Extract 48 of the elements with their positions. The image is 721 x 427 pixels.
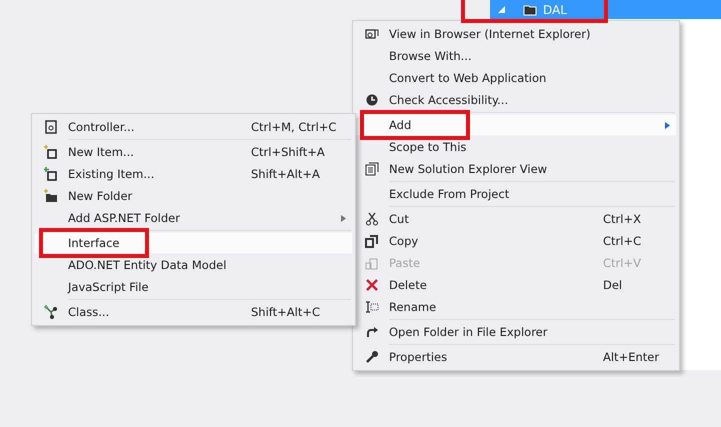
shortcut-text: Ctrl+M, Ctrl+C — [251, 120, 338, 134]
menu-item[interactable]: Copy Ctrl+C — [355, 230, 677, 252]
shortcut-text: Ctrl+X — [603, 212, 642, 226]
menu-item[interactable]: Delete Del — [355, 274, 677, 296]
menu-item[interactable]: View in Browser (Internet Explorer) — [355, 23, 677, 45]
browser-icon — [365, 27, 379, 41]
document-icon — [44, 120, 58, 134]
window-icon — [365, 162, 379, 176]
menu-item[interactable]: New Item... Ctrl+Shift+A — [34, 141, 353, 163]
expand-triangle-icon — [498, 6, 505, 13]
shortcut-text: Alt+Enter — [603, 350, 660, 364]
redirect-arrow-icon — [365, 325, 379, 339]
menu-item[interactable]: Add ASP.NET Folder — [34, 207, 353, 229]
menu-item[interactable]: Check Accessibility... — [355, 89, 677, 111]
menu-item[interactable]: Open Folder in File Explorer — [355, 321, 677, 343]
shortcut-text: Shift+Alt+C — [251, 305, 322, 319]
shortcut-text: Shift+Alt+A — [251, 167, 321, 181]
shortcut-text: Ctrl+Shift+A — [251, 145, 326, 159]
menu-item[interactable]: JavaScript File — [34, 276, 353, 298]
shortcut-text: Ctrl+C — [603, 234, 642, 248]
menu-item[interactable]: ADO.NET Entity Data Model — [34, 254, 353, 276]
folder-icon — [523, 4, 537, 16]
wrench-icon — [365, 350, 379, 364]
clock-icon — [365, 93, 379, 107]
shortcut-text: Del — [603, 278, 624, 292]
paste-icon — [365, 256, 379, 270]
menu-item[interactable]: New Folder — [34, 185, 353, 207]
rename-icon — [365, 300, 379, 314]
shortcut-text: Ctrl+V — [603, 256, 642, 270]
menu-item[interactable]: Browse With... — [355, 45, 677, 67]
menu-item[interactable]: Properties Alt+Enter — [355, 346, 677, 368]
new-item-icon — [44, 145, 58, 159]
menu-item[interactable]: Existing Item... Shift+Alt+A — [34, 163, 353, 185]
menu-item[interactable]: Cut Ctrl+X — [355, 208, 677, 230]
menu-item[interactable]: Convert to Web Application — [355, 67, 677, 89]
class-icon — [44, 305, 58, 319]
delete-icon — [365, 278, 379, 292]
menu-item[interactable]: New Solution Explorer View — [355, 158, 677, 180]
scissors-icon — [365, 212, 379, 226]
menu-item[interactable]: Scope to This — [355, 136, 677, 158]
copy-icon — [365, 234, 379, 248]
tree-item-label: DAL — [543, 2, 567, 16]
menu-item[interactable]: Controller... Ctrl+M, Ctrl+C — [34, 116, 353, 138]
menu-item[interactable]: Class... Shift+Alt+C — [34, 301, 353, 323]
menu-item[interactable]: Exclude From Project — [355, 183, 677, 205]
add-item-icon — [44, 167, 58, 181]
new-folder-icon — [44, 189, 58, 203]
menu-item[interactable]: Rename — [355, 296, 677, 318]
